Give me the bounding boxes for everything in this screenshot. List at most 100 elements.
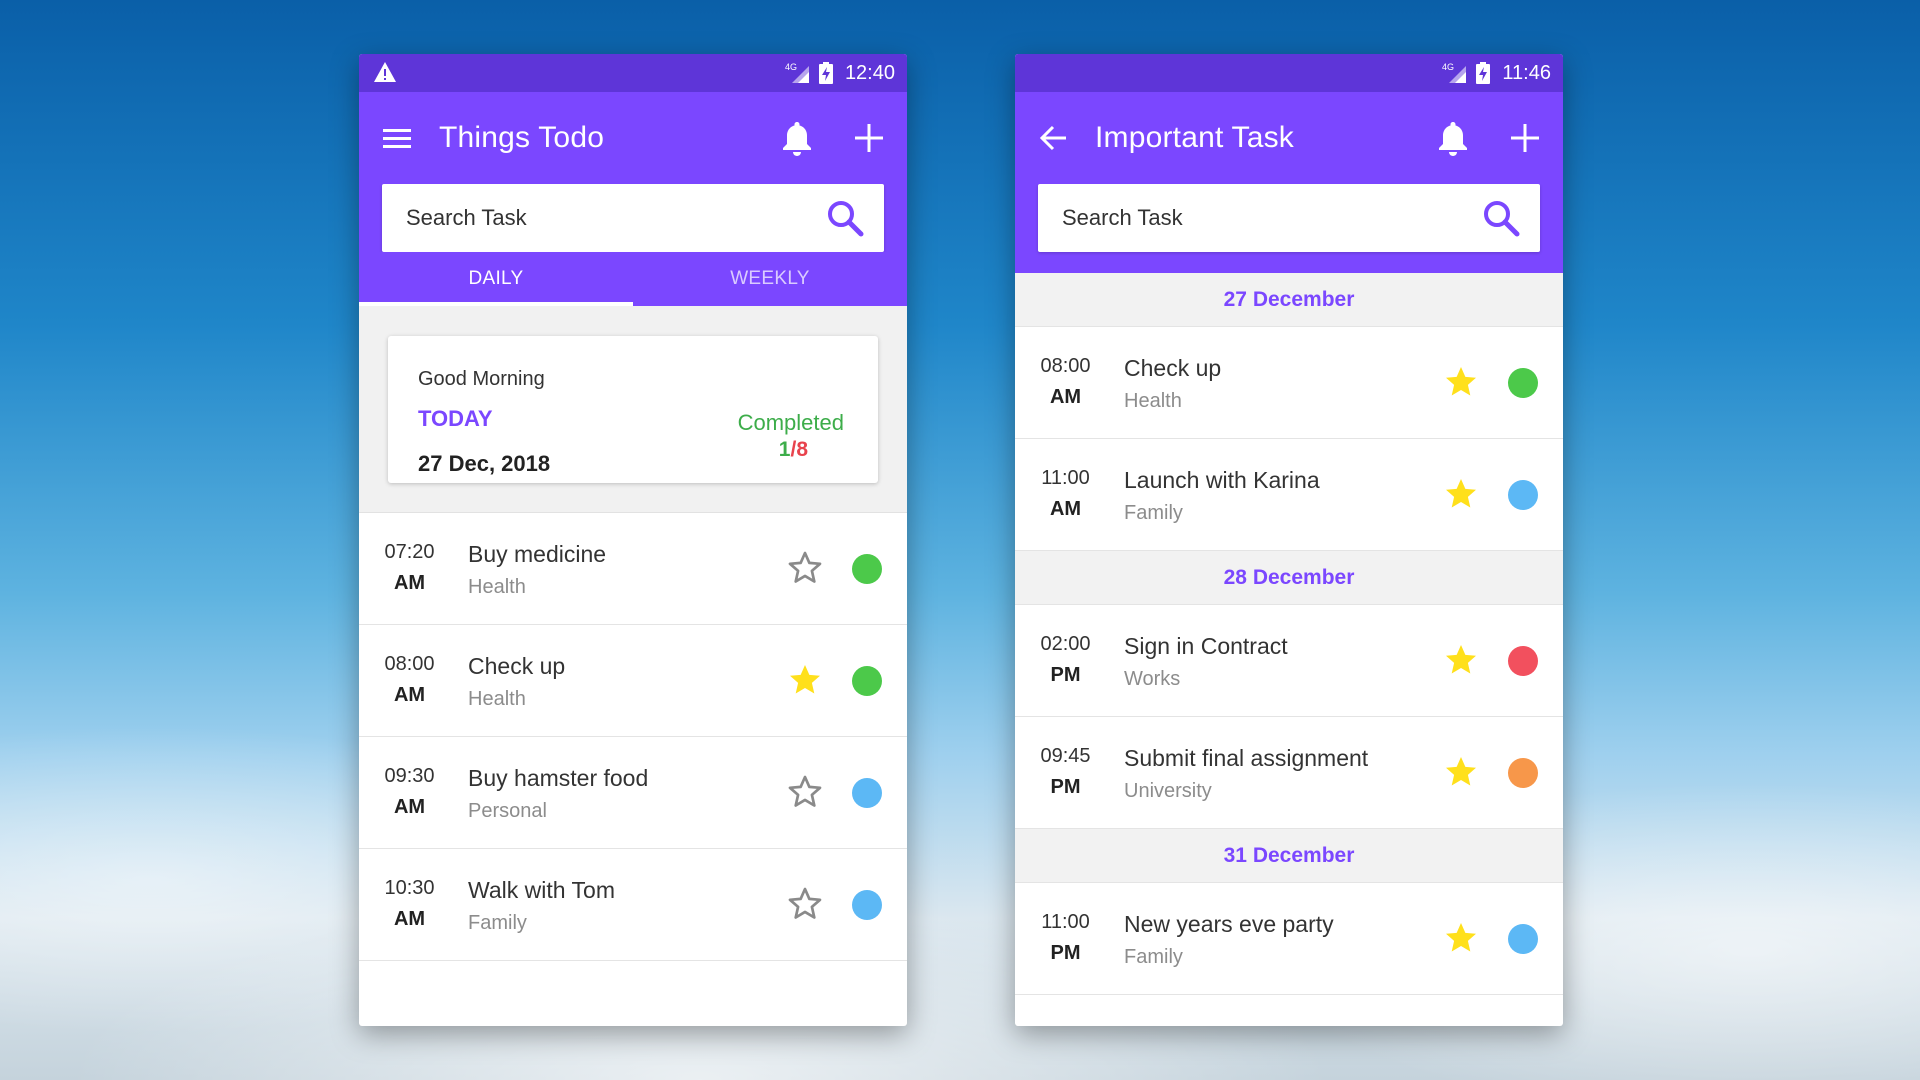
- task-time-period: AM: [1049, 498, 1082, 520]
- notifications-button[interactable]: [1431, 116, 1475, 160]
- star-outline-icon[interactable]: [787, 550, 823, 586]
- task-title: New years eve party: [1124, 911, 1334, 937]
- phone-important-screen: 4G 11:46 Important Task Search Task 27 D…: [1015, 54, 1563, 1026]
- warning-icon: [374, 62, 396, 82]
- task-text: New years eve party Family: [1124, 911, 1334, 969]
- today-date: 27 Dec, 2018: [418, 451, 551, 476]
- task-time-period: AM: [1049, 386, 1082, 408]
- app-title: Things Todo: [439, 121, 605, 154]
- network-label: 4G: [1442, 62, 1454, 72]
- category-color-dot: [1508, 924, 1538, 954]
- category-color-dot: [852, 890, 882, 920]
- tab-weekly[interactable]: WEEKLY: [633, 252, 907, 306]
- task-category: Family: [1124, 502, 1183, 524]
- plus-icon: [855, 124, 883, 152]
- important-task-list: 27 December 08:00 AM Check up Health 11:…: [1015, 273, 1563, 995]
- completed-done: 1: [778, 438, 791, 461]
- star-filled-icon[interactable]: [787, 662, 823, 698]
- signal-icon: 4G: [1442, 62, 1467, 83]
- task-category: Family: [1124, 946, 1183, 968]
- star-filled-icon[interactable]: [1443, 754, 1479, 790]
- category-color-dot: [852, 778, 882, 808]
- star-filled-icon[interactable]: [1443, 364, 1479, 400]
- task-time-period: PM: [1050, 942, 1081, 964]
- task-category: Works: [1124, 668, 1181, 690]
- category-color-dot: [1508, 480, 1538, 510]
- status-time: 11:46: [1502, 61, 1551, 84]
- star-filled-icon[interactable]: [1443, 476, 1479, 512]
- task-text: Buy medicine Health: [468, 541, 606, 599]
- star-outline-icon[interactable]: [787, 774, 823, 810]
- notifications-button[interactable]: [775, 116, 819, 160]
- task-time-value: 10:30: [384, 877, 435, 899]
- task-category: Personal: [468, 800, 547, 822]
- date-group-header: 27 December: [1015, 273, 1563, 327]
- bell-icon: [1439, 122, 1467, 156]
- category-color-dot: [852, 666, 882, 696]
- task-time: 08:00 AM: [359, 653, 460, 707]
- back-arrow-icon[interactable]: [1039, 125, 1067, 151]
- search-box: [1038, 184, 1540, 252]
- summary-area: Good Morning TODAY 27 Dec, 2018 Complete…: [359, 306, 907, 513]
- task-time-value: 02:00: [1040, 633, 1091, 655]
- star-filled-icon[interactable]: [1443, 642, 1479, 678]
- search-input[interactable]: [404, 204, 826, 232]
- task-time-value: 09:45: [1040, 745, 1091, 767]
- category-color-dot: [1508, 758, 1538, 788]
- task-title: Check up: [468, 653, 566, 679]
- task-time-period: PM: [1050, 776, 1081, 798]
- tab-daily[interactable]: DAILY: [359, 252, 633, 306]
- task-text: Walk with Tom Family: [468, 877, 615, 935]
- task-time-value: 11:00: [1041, 467, 1090, 489]
- tab-bar: DAILY WEEKLY: [359, 252, 907, 306]
- star-filled-icon[interactable]: [1443, 920, 1479, 956]
- category-color-dot: [852, 554, 882, 584]
- battery-icon: [1476, 62, 1491, 84]
- task-category: Family: [468, 912, 527, 934]
- category-color-dot: [1508, 368, 1538, 398]
- task-time: 08:00 AM: [1015, 355, 1116, 409]
- task-category: Health: [1124, 390, 1182, 412]
- task-row[interactable]: 07:20 AM Buy medicine Health: [359, 513, 907, 625]
- task-time: 10:30 AM: [359, 877, 460, 931]
- search-input[interactable]: [1060, 204, 1482, 232]
- task-text: Buy hamster food Personal: [468, 765, 648, 823]
- date-group-header: 31 December: [1015, 829, 1563, 883]
- task-time-value: 08:00: [1040, 355, 1091, 377]
- task-time: 09:30 AM: [359, 765, 460, 819]
- menu-icon[interactable]: [383, 127, 411, 149]
- task-title: Submit final assignment: [1124, 745, 1369, 771]
- add-task-button[interactable]: [847, 116, 891, 160]
- search-icon[interactable]: [826, 199, 864, 237]
- task-time-value: 07:20: [384, 541, 435, 563]
- task-text: Check up Health: [1124, 355, 1221, 413]
- task-title: Launch with Karina: [1124, 467, 1320, 493]
- add-task-button[interactable]: [1503, 116, 1547, 160]
- task-time: 11:00 AM: [1015, 467, 1116, 521]
- status-bar: 4G 11:46: [1015, 54, 1563, 92]
- search-box: [382, 184, 884, 252]
- task-time-period: AM: [393, 796, 426, 818]
- task-row[interactable]: 09:30 AM Buy hamster food Personal: [359, 737, 907, 849]
- task-row[interactable]: 08:00 AM Check up Health: [1015, 327, 1563, 439]
- star-outline-icon[interactable]: [787, 886, 823, 922]
- task-row[interactable]: 10:30 AM Walk with Tom Family: [359, 849, 907, 961]
- task-row[interactable]: 02:00 PM Sign in Contract Works: [1015, 605, 1563, 717]
- app-bar: Things Todo: [359, 92, 907, 184]
- task-text: Submit final assignment University: [1124, 745, 1368, 803]
- greeting-text: Good Morning: [418, 368, 545, 390]
- bell-icon: [783, 122, 811, 156]
- search-icon[interactable]: [1482, 199, 1520, 237]
- signal-icon: 4G: [785, 62, 809, 83]
- task-row[interactable]: 08:00 AM Check up Health: [359, 625, 907, 737]
- task-row[interactable]: 09:45 PM Submit final assignment Univers…: [1015, 717, 1563, 829]
- task-row[interactable]: 11:00 AM Launch with Karina Family: [1015, 439, 1563, 551]
- category-color-dot: [1508, 646, 1538, 676]
- task-row[interactable]: 11:00 PM New years eve party Family: [1015, 883, 1563, 995]
- search-container: [1015, 184, 1563, 273]
- task-category: University: [1124, 780, 1212, 802]
- plus-icon: [1511, 124, 1539, 152]
- task-time-value: 11:00: [1041, 911, 1090, 933]
- task-time-period: AM: [393, 908, 426, 930]
- task-category: Health: [468, 576, 526, 598]
